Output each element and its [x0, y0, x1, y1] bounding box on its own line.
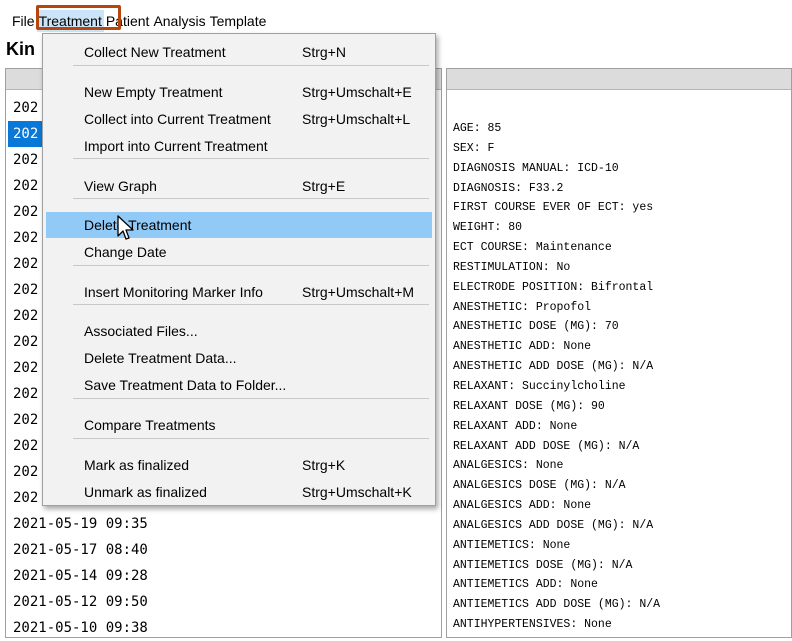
list-item[interactable]: 2021-05-17 08:40: [8, 537, 193, 563]
menu-template[interactable]: Template: [208, 10, 269, 32]
detail-line: SEX: F: [453, 141, 495, 155]
new-empty-treatment-item[interactable]: New Empty Treatment Strg+Umschalt+E: [46, 79, 432, 105]
view-graph-item[interactable]: View Graph Strg+E: [46, 173, 432, 199]
treatment-details-panel: AGE: 85 SEX: F DIAGNOSIS MANUAL: ICD-10 DIA…: [446, 68, 792, 638]
detail-line: AGE: 85: [453, 122, 502, 135]
treatment-menu-highlight: [36, 5, 121, 30]
detail-line: RELAXANT ADD: None: [453, 419, 578, 433]
compare-treatments-item[interactable]: Compare Treatments: [46, 412, 432, 438]
detail-line: WEIGHT: 80: [453, 221, 523, 235]
menu-separator: [73, 65, 429, 66]
detail-line: RESTIMULATION: No: [453, 260, 571, 274]
menu-item-shortcut: Strg+E: [302, 178, 346, 194]
collect-new-treatment-item[interactable]: Collect New Treatment Strg+N: [46, 39, 432, 65]
list-item[interactable]: 2021-05-10 09:38: [8, 615, 193, 641]
menu-item-shortcut: Strg+K: [302, 457, 346, 473]
detail-line: ANTIEMETICS DOSE (MG): N/A: [453, 558, 633, 572]
save-treatment-data-to-folder-item[interactable]: Save Treatment Data to Folder...: [46, 372, 432, 398]
menu-item-label: Associated Files...: [84, 323, 198, 339]
insert-monitoring-marker-info-item[interactable]: Insert Monitoring Marker Info Strg+Umscha…: [46, 279, 432, 305]
treatment-menu-dropdown: Collect New Treatment Strg+N New Empty Tre…: [42, 33, 436, 506]
delete-treatment-data-item[interactable]: Delete Treatment Data...: [46, 345, 432, 371]
menu-item-label: View Graph: [84, 178, 157, 194]
menu-item-label: Insert Monitoring Marker Info: [84, 284, 263, 300]
menu-separator: [73, 398, 429, 399]
menu-item-label: Mark as finalized: [84, 457, 190, 473]
menu-item-shortcut: Strg+Umschalt+E: [302, 84, 412, 100]
detail-line: DIAGNOSIS MANUAL: ICD-10: [453, 161, 619, 175]
details-panel-header: [447, 69, 791, 90]
detail-line: ELECTRODE POSITION: Bifrontal: [453, 280, 654, 294]
detail-line: ANALGESICS ADD DOSE (MG): N/A: [453, 518, 654, 532]
collect-into-current-treatment-item[interactable]: Collect into Current Treatment Strg+Umsch…: [46, 106, 432, 132]
detail-line: ANTIEMETICS: None: [453, 538, 571, 552]
menu-item-label: Delete Treatment: [84, 217, 192, 233]
detail-line: DIAGNOSIS: F33.2: [453, 181, 564, 195]
detail-line: ANESTHETIC: Propofol: [453, 300, 592, 314]
detail-line: ANESTHETIC DOSE (MG): 70: [453, 320, 619, 334]
detail-line: RELAXANT DOSE (MG): 90: [453, 399, 605, 413]
detail-line: ANESTHETIC ADD: None: [453, 340, 592, 354]
list-item[interactable]: 2021-05-14 09:28: [8, 563, 193, 589]
mouse-pointer-icon: [117, 215, 134, 240]
detail-line: ANALGESICS DOSE (MG): N/A: [453, 479, 626, 493]
detail-line: ANALGESICS: None: [453, 459, 564, 473]
detail-line: RELAXANT: Succinylcholine: [453, 379, 626, 393]
menu-item-label: New Empty Treatment: [84, 84, 223, 100]
detail-line: ECT COURSE: Maintenance: [453, 241, 612, 255]
menu-file[interactable]: File: [0, 10, 37, 32]
detail-line: ANTIEMETICS ADD: None: [453, 578, 598, 592]
menu-item-label: Collect New Treatment: [84, 44, 226, 60]
menu-item-label: Save Treatment Data to Folder...: [84, 377, 287, 393]
menu-item-shortcut: Strg+Umschalt+L: [302, 111, 411, 127]
detail-line: ANESTHETIC ADD DOSE (MG): N/A: [453, 360, 654, 374]
import-into-current-treatment-item[interactable]: Import into Current Treatment: [46, 133, 432, 159]
menu-item-label: Delete Treatment Data...: [84, 350, 237, 366]
menu-item-label: Compare Treatments: [84, 417, 216, 433]
menu-separator: [73, 438, 429, 439]
treatment-details-text: AGE: 85 SEX: F DIAGNOSIS MANUAL: ICD-10 DIA…: [453, 119, 660, 635]
menu-item-label: Unmark as finalized: [84, 484, 207, 500]
menu-item-label: Collect into Current Treatment: [84, 111, 271, 127]
menu-item-label: Import into Current Treatment: [84, 138, 268, 154]
list-item[interactable]: 2021-05-19 09:35: [8, 511, 193, 537]
mark-as-finalized-item[interactable]: Mark as finalized Strg+K: [46, 452, 432, 478]
app-title: Kin: [6, 39, 35, 59]
detail-line: RELAXANT ADD DOSE (MG): N/A: [453, 439, 640, 453]
change-date-item[interactable]: Change Date: [46, 239, 432, 265]
detail-line: FIRST COURSE EVER OF ECT: yes: [453, 201, 654, 215]
delete-treatment-item[interactable]: Delete Treatment: [46, 212, 432, 238]
menu-item-shortcut: Strg+N: [302, 44, 346, 60]
detail-line: ANTIEMETICS ADD DOSE (MG): N/A: [453, 598, 661, 612]
unmark-as-finalized-item[interactable]: Unmark as finalized Strg+Umschalt+K: [46, 479, 432, 505]
detail-line: ANALGESICS ADD: None: [453, 499, 592, 513]
menu-item-label: Change Date: [84, 244, 167, 260]
menu-item-shortcut: Strg+Umschalt+M: [302, 284, 415, 300]
menu-separator: [73, 265, 429, 266]
list-item[interactable]: 2021-05-12 09:50: [8, 589, 193, 615]
menu-analysis[interactable]: Analysis: [151, 10, 207, 32]
menu-item-shortcut: Strg+Umschalt+K: [302, 484, 412, 500]
associated-files-item[interactable]: Associated Files...: [46, 318, 432, 344]
